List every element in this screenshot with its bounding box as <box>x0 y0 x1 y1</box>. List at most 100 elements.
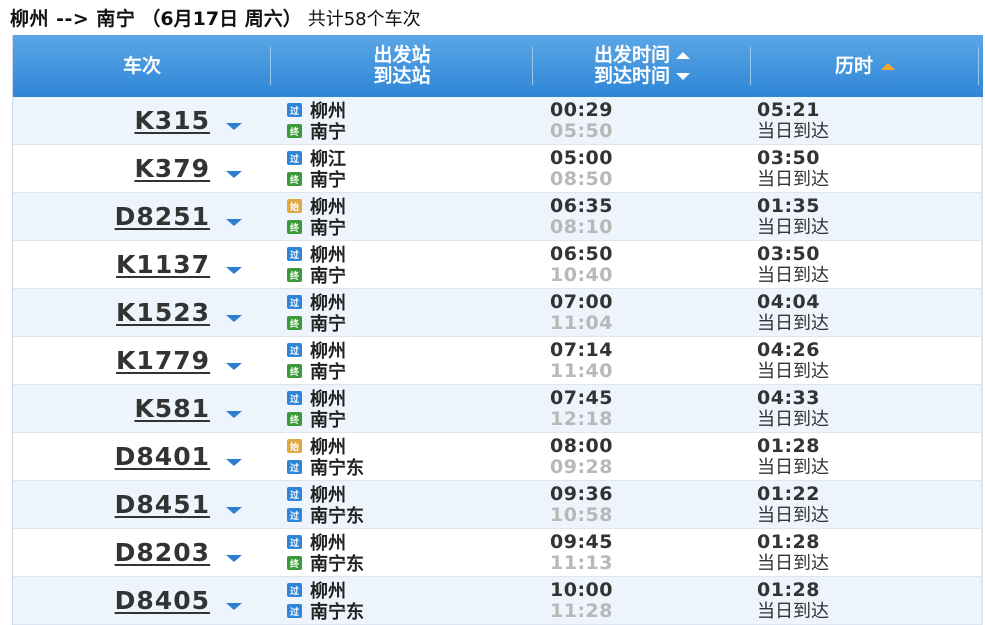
arrival-note: 当日到达 <box>757 552 829 574</box>
from-badge: 始 <box>287 439 302 453</box>
table-row: K1137 过 柳州 终 南宁 06:50 10:40 03:50 当日到达 <box>13 241 983 289</box>
duration: 03:50 <box>757 242 820 265</box>
train-number-link[interactable]: K315 <box>42 106 210 135</box>
header-to-label: 到达站 <box>373 65 431 87</box>
sort-by-arrival[interactable]: 到达时间 <box>594 66 690 87</box>
train-cell: D8203 <box>13 529 271 576</box>
chevron-down-icon[interactable] <box>226 219 242 226</box>
duration: 04:33 <box>757 386 820 409</box>
chevron-down-icon[interactable] <box>226 555 242 562</box>
duration-cell: 04:04 当日到达 <box>751 289 979 336</box>
chevron-down-icon[interactable] <box>226 123 242 130</box>
table-row: D8203 过 柳州 终 南宁东 09:45 11:13 01:28 当日到达 <box>13 529 983 577</box>
to-badge: 过 <box>287 604 302 618</box>
time-cell: 00:29 05:50 <box>533 97 751 144</box>
departure-time: 07:00 <box>550 290 613 313</box>
train-cell: K379 <box>13 145 271 192</box>
train-cell: D8451 <box>13 481 271 528</box>
to-badge: 过 <box>287 508 302 522</box>
duration: 01:28 <box>757 434 820 457</box>
to-station: 南宁东 <box>310 602 364 623</box>
to-station: 南宁东 <box>310 506 364 527</box>
departure-time: 09:45 <box>550 530 613 553</box>
train-number-link[interactable]: D8251 <box>42 202 210 231</box>
train-cell: K1137 <box>13 241 271 288</box>
from-badge: 始 <box>287 199 302 213</box>
chevron-down-icon[interactable] <box>226 363 242 370</box>
station-cell: 过 柳江 终 南宁 <box>271 145 533 192</box>
train-number-link[interactable]: D8405 <box>42 586 210 615</box>
chevron-down-icon[interactable] <box>226 411 242 418</box>
to-badge: 终 <box>287 316 302 330</box>
from-badge: 过 <box>287 535 302 549</box>
table-row: D8401 始 柳州 过 南宁东 08:00 09:28 01:28 当日到达 <box>13 433 983 481</box>
header-from-label: 出发站 <box>373 44 431 66</box>
header-stations: 出发站 到达站 <box>271 35 533 97</box>
duration-cell: 01:35 当日到达 <box>751 193 979 240</box>
train-number-link[interactable]: K1779 <box>42 346 210 375</box>
departure-time: 00:29 <box>550 98 613 121</box>
train-table: 车次 出发站 到达站 出发时间 到达时间 历时 K315 过 柳州 终 南宁 0… <box>12 35 983 625</box>
duration: 04:04 <box>757 290 820 313</box>
departure-time: 07:14 <box>550 338 613 361</box>
to-badge: 终 <box>287 412 302 426</box>
sort-by-departure[interactable]: 出发时间 <box>594 45 690 66</box>
arrival-note: 当日到达 <box>757 216 829 238</box>
train-number-link[interactable]: K581 <box>42 394 210 423</box>
from-badge: 过 <box>287 103 302 117</box>
sort-by-duration[interactable]: 历时 <box>751 35 979 97</box>
train-number-link[interactable]: K1137 <box>42 250 210 279</box>
chevron-down-icon[interactable] <box>226 267 242 274</box>
train-number-link[interactable]: D8203 <box>42 538 210 567</box>
station-cell: 始 柳州 终 南宁 <box>271 193 533 240</box>
train-number-link[interactable]: D8451 <box>42 490 210 519</box>
station-cell: 过 柳州 终 南宁 <box>271 97 533 144</box>
arrival-time: 08:50 <box>550 167 613 190</box>
duration-cell: 01:22 当日到达 <box>751 481 979 528</box>
from-badge: 过 <box>287 583 302 597</box>
header-times: 出发时间 到达时间 <box>533 35 751 97</box>
chevron-down-icon[interactable] <box>226 507 242 514</box>
from-badge: 过 <box>287 487 302 501</box>
chevron-down-icon[interactable] <box>226 171 242 178</box>
arrival-time: 11:13 <box>550 551 613 574</box>
sort-up-icon <box>676 52 690 59</box>
station-cell: 始 柳州 过 南宁东 <box>271 433 533 480</box>
departure-time: 07:45 <box>550 386 613 409</box>
chevron-down-icon[interactable] <box>226 315 242 322</box>
from-badge: 过 <box>287 247 302 261</box>
duration: 01:35 <box>757 194 820 217</box>
from-badge: 过 <box>287 343 302 357</box>
departure-time: 09:36 <box>550 482 613 505</box>
to-badge: 终 <box>287 556 302 570</box>
sort-up-icon <box>881 62 895 70</box>
chevron-down-icon[interactable] <box>226 603 242 610</box>
station-cell: 过 柳州 终 南宁 <box>271 337 533 384</box>
train-number-link[interactable]: K1523 <box>42 298 210 327</box>
chevron-down-icon[interactable] <box>226 459 242 466</box>
arrival-time: 12:18 <box>550 407 613 430</box>
header-train: 车次 <box>13 35 271 97</box>
duration: 03:50 <box>757 146 820 169</box>
time-cell: 07:00 11:04 <box>533 289 751 336</box>
to-badge: 终 <box>287 364 302 378</box>
header-dep-label: 出发时间 <box>593 44 670 66</box>
station-cell: 过 柳州 过 南宁东 <box>271 481 533 528</box>
to-badge: 终 <box>287 172 302 186</box>
arrival-time: 09:28 <box>550 455 613 478</box>
table-row: K315 过 柳州 终 南宁 00:29 05:50 05:21 当日到达 <box>13 97 983 145</box>
station-cell: 过 柳州 终 南宁 <box>271 241 533 288</box>
train-number-link[interactable]: D8401 <box>42 442 210 471</box>
to-station: 南宁 <box>310 362 346 383</box>
from-badge: 过 <box>287 151 302 165</box>
arrival-time: 11:28 <box>550 599 613 622</box>
arrival-note: 当日到达 <box>757 120 829 142</box>
train-number-link[interactable]: K379 <box>42 154 210 183</box>
sort-down-icon <box>676 73 690 80</box>
duration-cell: 05:21 当日到达 <box>751 97 979 144</box>
travel-date: （6月17日 周六） <box>141 8 302 30</box>
table-row: D8405 过 柳州 过 南宁东 10:00 11:28 01:28 当日到达 <box>13 577 983 625</box>
duration: 05:21 <box>757 98 820 121</box>
train-cell: K581 <box>13 385 271 432</box>
table-row: K1523 过 柳州 终 南宁 07:00 11:04 04:04 当日到达 <box>13 289 983 337</box>
